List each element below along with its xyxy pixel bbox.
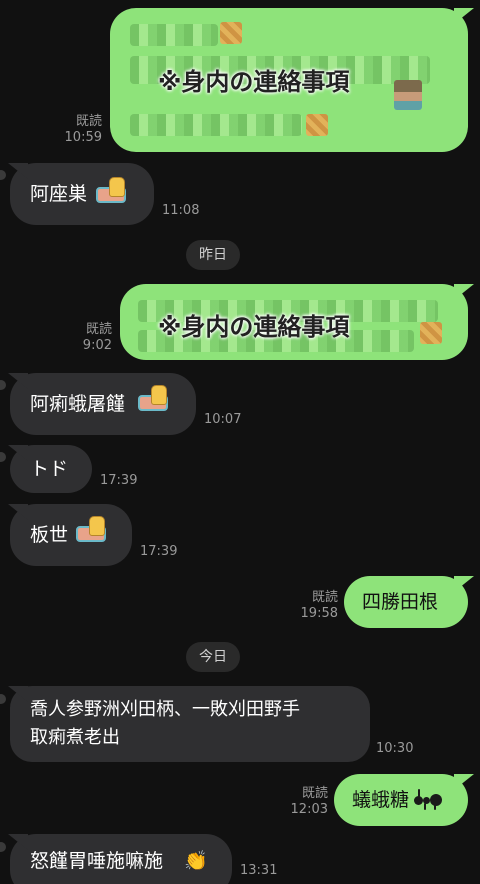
ant-icon: [414, 788, 444, 810]
pixelated-emoji: [306, 114, 328, 136]
message-time: 19:58: [300, 606, 338, 621]
received-bubble[interactable]: [10, 504, 132, 566]
message-text: トド: [30, 458, 69, 480]
date-divider-today: 今日: [186, 642, 240, 672]
message-text-line-1: 喬人参野洲刈田柄、一敗刈田野手: [30, 699, 300, 720]
message-time: 12:03: [290, 802, 328, 817]
raised-hand-sticker-icon: [96, 177, 126, 203]
message-text: 阿痢蛾屠饉: [30, 393, 126, 415]
message-text: 蟻蛾糖: [352, 789, 410, 811]
message-time: 17:39: [140, 544, 178, 559]
read-receipt: 既読: [301, 786, 328, 801]
message-caption: ※身内の連絡事項: [158, 313, 350, 341]
message-time: 13:31: [240, 863, 278, 878]
read-receipt: 既読: [75, 114, 102, 129]
blurred-text: [130, 24, 218, 46]
message-caption: ※身内の連絡事項: [158, 68, 350, 96]
message-time: 9:02: [82, 338, 112, 353]
message-time: 11:08: [162, 203, 200, 218]
message-text-line-2: 取痢煮老出: [30, 727, 120, 748]
message-time: 10:59: [64, 130, 102, 145]
raised-hand-sticker-icon: [76, 516, 106, 542]
message-text: 板世: [30, 524, 69, 546]
pixelated-emoji: [394, 80, 422, 110]
message-text: 怒饉胃唾施嘛施: [30, 850, 164, 872]
pixelated-emoji: [220, 22, 242, 44]
pixelated-emoji: [420, 322, 442, 344]
message-time: 17:39: [100, 473, 138, 488]
raised-hand-sticker-icon: [138, 385, 168, 411]
read-receipt: 既読: [85, 322, 112, 337]
date-divider-yesterday: 昨日: [186, 240, 240, 270]
clapping-hands-icon: 👏: [184, 850, 208, 872]
read-receipt: 既読: [311, 590, 338, 605]
message-time: 10:30: [376, 741, 414, 756]
blurred-text: [130, 114, 302, 136]
message-time: 10:07: [204, 412, 242, 427]
message-text: 阿座巣: [30, 183, 88, 205]
message-text: 四勝田根: [362, 591, 439, 613]
